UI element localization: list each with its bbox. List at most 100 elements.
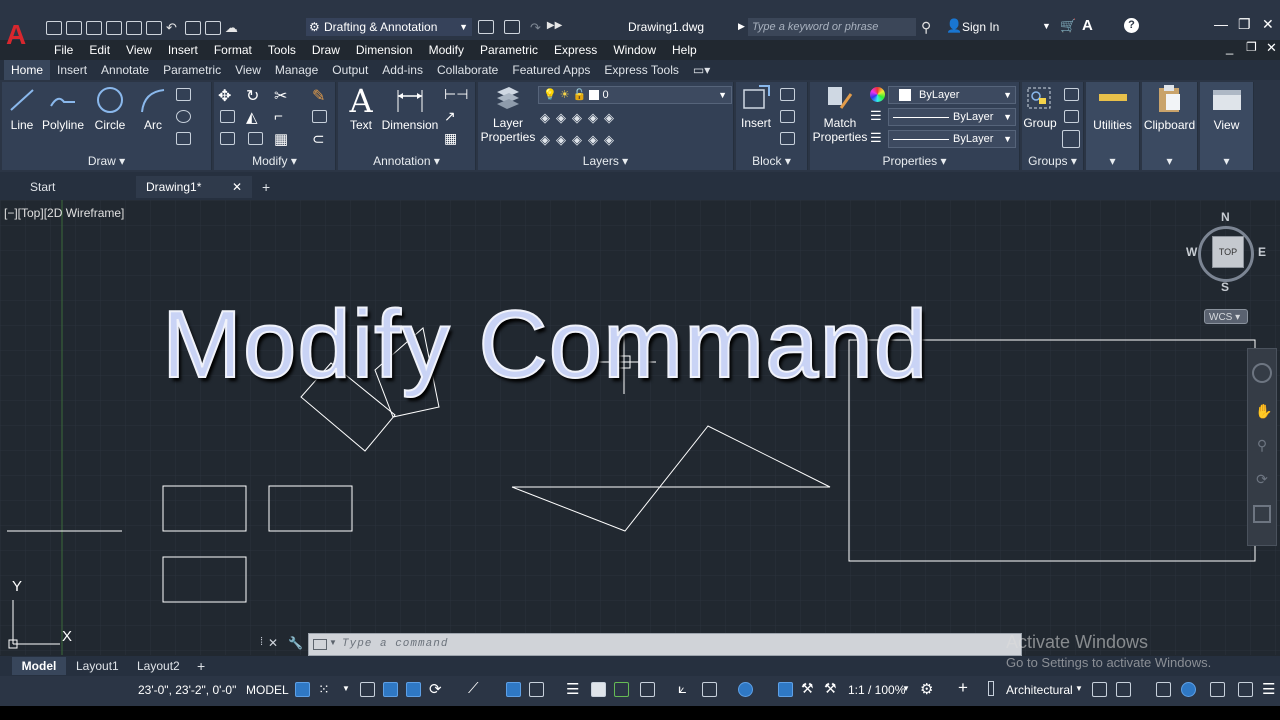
chevron-right-icon[interactable]: ▶ xyxy=(738,21,745,32)
panel-modify-title[interactable]: Modify ▾ xyxy=(214,154,335,168)
layer-dropdown[interactable]: 💡 ☀ 🔓 0 ▼ xyxy=(538,86,732,104)
polyline-button[interactable]: Polyline xyxy=(42,86,84,132)
plot-icon[interactable] xyxy=(146,21,162,35)
tab-layout2[interactable]: Layout2 xyxy=(137,657,180,675)
circle-button[interactable]: Circle xyxy=(92,86,128,132)
tab-model[interactable]: Model xyxy=(12,657,66,675)
dynamic-input-icon[interactable] xyxy=(383,682,398,697)
fillet-icon[interactable]: ⌐ xyxy=(274,108,283,125)
menu-express[interactable]: Express xyxy=(546,40,605,60)
grid-toggle-icon[interactable] xyxy=(295,682,310,697)
linetype-dropdown[interactable]: ByLayer ▼ xyxy=(888,130,1016,148)
menu-draw[interactable]: Draw xyxy=(304,40,348,60)
trim-icon[interactable]: ✂ xyxy=(274,86,287,106)
customize-menu-icon[interactable]: ☰ xyxy=(1262,680,1275,698)
undo-icon[interactable]: ↶ xyxy=(166,20,177,36)
new-layout-icon[interactable]: + xyxy=(197,657,205,675)
chevron-down-icon[interactable]: ▼ xyxy=(1042,21,1051,31)
linetype-icon[interactable]: ☰ xyxy=(870,130,882,146)
gizmo-icon[interactable] xyxy=(738,682,753,697)
layer-tools-row-2[interactable]: ◈◈◈◈◈ xyxy=(540,132,620,148)
stretch-icon[interactable] xyxy=(220,132,235,145)
text-button[interactable]: A Text xyxy=(344,84,378,132)
menu-edit[interactable]: Edit xyxy=(81,40,118,60)
dimension-button[interactable]: Dimension xyxy=(380,86,440,132)
scale-icon[interactable] xyxy=(248,132,263,145)
tab-home[interactable]: Home xyxy=(4,60,51,80)
zoom-icon[interactable]: ⚲ xyxy=(1255,437,1269,453)
tab-layout1[interactable]: Layout1 xyxy=(76,657,119,675)
help-icon[interactable]: ? xyxy=(1124,18,1139,33)
isolate-objects-icon[interactable] xyxy=(1156,682,1171,697)
line-button[interactable]: Line xyxy=(6,86,38,132)
publish-icon[interactable] xyxy=(204,21,221,35)
group-select-icon[interactable] xyxy=(1062,130,1080,148)
app-logo[interactable]: A xyxy=(6,20,26,50)
rotate-icon[interactable]: ↻ xyxy=(246,86,259,106)
selection-filter-icon[interactable] xyxy=(702,682,717,697)
move-icon[interactable]: ✥ xyxy=(218,86,231,106)
attribute-icon[interactable] xyxy=(780,132,795,145)
menu-file[interactable]: File xyxy=(46,40,81,60)
open-icon[interactable] xyxy=(66,21,82,35)
close-tab-icon[interactable]: ✕ xyxy=(232,176,242,198)
tab-drawing1[interactable]: Drawing1* ✕ xyxy=(136,176,252,198)
lineweight-toggle-icon[interactable]: ☰ xyxy=(566,680,579,698)
panel-clipboard[interactable]: Clipboard ▾ xyxy=(1142,82,1198,170)
clean-screen-icon[interactable] xyxy=(1210,682,1225,697)
snap-icon[interactable]: ⁙ xyxy=(318,681,330,698)
panel-groups-title[interactable]: Groups ▾ xyxy=(1022,154,1083,168)
doc-restore-icon[interactable]: ❐ xyxy=(1246,40,1257,54)
match-properties-button[interactable]: Match Properties xyxy=(812,84,868,144)
table-icon[interactable] xyxy=(176,132,191,145)
fullscreen-icon[interactable] xyxy=(1238,682,1253,697)
navigation-bar[interactable]: ✋ ⚲ ⟳ xyxy=(1247,348,1277,546)
steering-wheel-icon[interactable] xyxy=(1252,363,1272,383)
fast-forward-icon[interactable]: ▶▶ xyxy=(547,20,562,36)
tab-parametric[interactable]: Parametric xyxy=(156,60,228,80)
panel-annotation-title[interactable]: Annotation ▾ xyxy=(338,154,475,168)
new-icon[interactable] xyxy=(46,21,62,35)
command-customize-icon[interactable]: 🔧 xyxy=(288,636,303,650)
auto-scale-icon[interactable]: ⚒ xyxy=(801,680,814,697)
viewport-controls-label[interactable]: [−][Top][2D Wireframe] xyxy=(4,206,124,220)
tab-insert[interactable]: Insert xyxy=(50,60,94,80)
erase-icon[interactable]: ✎ xyxy=(312,86,325,106)
selection-cycling-icon[interactable] xyxy=(614,682,629,697)
annotation-scale-value[interactable]: 1:1 / 100% xyxy=(848,682,905,698)
leader-icon[interactable]: ↗ xyxy=(444,108,456,125)
layer-properties-button[interactable]: Layer Properties xyxy=(480,84,536,144)
command-close-icon[interactable]: ✕ xyxy=(268,636,278,650)
units-dropdown[interactable]: Architectural xyxy=(1006,682,1073,698)
doc-close-icon[interactable]: ✕ xyxy=(1266,40,1277,56)
command-grip-icon[interactable]: ⁞ xyxy=(260,636,263,648)
lineweight-dropdown[interactable]: ByLayer ▼ xyxy=(888,108,1016,126)
copy-icon[interactable] xyxy=(220,110,235,123)
tab-start[interactable]: Start xyxy=(20,176,134,198)
offset-icon[interactable]: ⊂ xyxy=(312,130,325,148)
annotation-monitor-icon[interactable]: + xyxy=(958,678,968,698)
pan-icon[interactable]: ✋ xyxy=(1255,403,1272,419)
panel-layers-title[interactable]: Layers ▾ xyxy=(478,154,733,168)
document-icon[interactable] xyxy=(504,20,520,34)
group-edit-icon[interactable] xyxy=(1064,110,1079,123)
doc-minimize-icon[interactable]: _ xyxy=(1226,40,1233,55)
tab-manage[interactable]: Manage xyxy=(268,60,325,80)
menu-modify[interactable]: Modify xyxy=(421,40,472,60)
menu-view[interactable]: View xyxy=(118,40,160,60)
ortho-icon[interactable] xyxy=(406,682,421,697)
lock-ui-icon[interactable] xyxy=(1116,682,1131,697)
viewcube-south[interactable]: S xyxy=(1221,280,1229,294)
viewcube-east[interactable]: E xyxy=(1258,245,1266,259)
panel-utilities[interactable]: Utilities ▾ xyxy=(1086,82,1140,170)
showmotion-icon[interactable] xyxy=(1253,505,1271,523)
3d-osnap-icon[interactable] xyxy=(640,682,655,697)
web-icon[interactable] xyxy=(126,21,142,35)
viewcube-west[interactable]: W xyxy=(1186,245,1197,259)
panel-view[interactable]: View ▾ xyxy=(1200,82,1254,170)
tab-add-ins[interactable]: Add-ins xyxy=(375,60,430,80)
panel-draw-title[interactable]: Draw ▾ xyxy=(2,154,211,168)
restore-icon[interactable]: ❐ xyxy=(1238,16,1251,33)
chevron-down-icon[interactable]: ▼ xyxy=(342,684,350,693)
menu-help[interactable]: Help xyxy=(664,40,705,60)
